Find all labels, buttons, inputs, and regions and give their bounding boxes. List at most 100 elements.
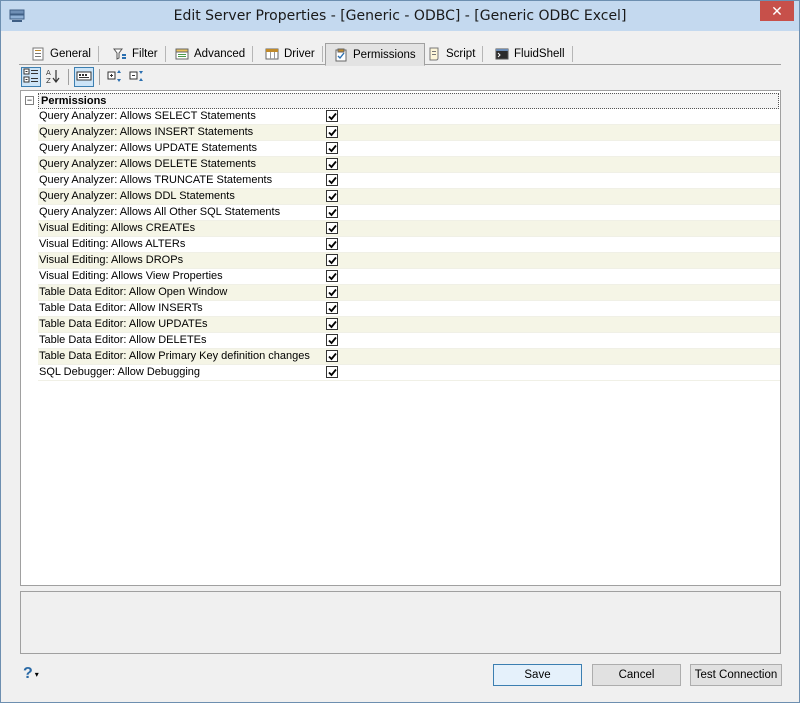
checkmark-icon xyxy=(328,320,337,329)
tab-advanced[interactable]: Advanced xyxy=(167,43,254,65)
permission-checkbox[interactable] xyxy=(326,286,338,298)
property-row[interactable]: Query Analyzer: Allows INSERT Statements xyxy=(38,125,780,141)
property-name: Query Analyzer: Allows INSERT Statements xyxy=(39,126,254,138)
save-button[interactable]: Save xyxy=(493,664,582,686)
collapse-all-icon xyxy=(129,68,145,87)
checkmark-icon xyxy=(328,176,337,185)
property-pages-button[interactable] xyxy=(74,67,94,87)
advanced-icon xyxy=(175,47,189,61)
property-row[interactable]: Query Analyzer: Allows DELETE Statements xyxy=(38,157,780,173)
tab-label: FluidShell xyxy=(514,48,565,60)
tab-driver[interactable]: Driver xyxy=(257,43,323,65)
categorized-button[interactable] xyxy=(21,67,41,87)
help-dropdown-button[interactable]: ? ▾ xyxy=(23,665,49,683)
tab-label: Filter xyxy=(132,48,158,60)
checkmark-icon xyxy=(328,272,337,281)
property-name: Query Analyzer: Allows All Other SQL Sta… xyxy=(39,206,281,218)
property-name: Query Analyzer: Allows DELETE Statements xyxy=(39,158,257,170)
permission-checkbox[interactable] xyxy=(326,110,338,122)
permissions-icon xyxy=(334,48,348,62)
permission-checkbox[interactable] xyxy=(326,222,338,234)
property-row[interactable]: Visual Editing: Allows DROPs xyxy=(38,253,780,269)
property-row[interactable]: Visual Editing: Allows CREATEs xyxy=(38,221,780,237)
permission-checkbox[interactable] xyxy=(326,318,338,330)
window-title: Edit Server Properties - [Generic - ODBC… xyxy=(173,8,627,24)
property-name: Visual Editing: Allows View Properties xyxy=(39,270,223,282)
property-name: Query Analyzer: Allows DDL Statements xyxy=(39,190,235,202)
property-name: Visual Editing: Allows ALTERs xyxy=(39,238,186,250)
property-row[interactable]: Query Analyzer: Allows TRUNCATE Statemen… xyxy=(38,173,780,189)
property-row[interactable]: Table Data Editor: Allow DELETEs xyxy=(38,333,780,349)
tab-fluidshell[interactable]: FluidShell xyxy=(487,43,573,65)
property-grid-toolbar: AZ xyxy=(19,65,781,89)
tab-label: Script xyxy=(446,48,476,60)
title-bar[interactable]: Edit Server Properties - [Generic - ODBC… xyxy=(1,1,799,31)
permission-checkbox[interactable] xyxy=(326,158,338,170)
tab-permissions[interactable]: Permissions xyxy=(325,43,425,66)
permission-checkbox[interactable] xyxy=(326,350,338,362)
property-name: Query Analyzer: Allows UPDATE Statements xyxy=(39,142,258,154)
permission-checkbox[interactable] xyxy=(326,206,338,218)
description-pane xyxy=(20,591,781,654)
property-row[interactable]: Query Analyzer: Allows UPDATE Statements xyxy=(38,141,780,157)
property-row[interactable]: Table Data Editor: Allow INSERTs xyxy=(38,301,780,317)
property-pages-icon xyxy=(76,68,92,87)
tab-label: Driver xyxy=(284,48,315,60)
general-icon xyxy=(31,47,45,61)
close-button[interactable]: ✕ xyxy=(760,1,794,21)
fluidshell-icon xyxy=(495,47,509,61)
category-label[interactable]: Permissions xyxy=(38,93,779,109)
property-name: Table Data Editor: Allow DELETEs xyxy=(39,334,207,346)
property-row[interactable]: Visual Editing: Allows View Properties xyxy=(38,269,780,285)
expand-all-button[interactable] xyxy=(105,67,125,87)
checkmark-icon xyxy=(328,208,337,217)
permission-checkbox[interactable] xyxy=(326,238,338,250)
permission-checkbox[interactable] xyxy=(326,142,338,154)
permission-checkbox[interactable] xyxy=(326,302,338,314)
permission-checkbox[interactable] xyxy=(326,190,338,202)
collapse-all-button[interactable] xyxy=(127,67,147,87)
checkmark-icon xyxy=(328,240,337,249)
svg-text:Z: Z xyxy=(46,77,51,84)
checkmark-icon xyxy=(328,256,337,265)
cancel-button[interactable]: Cancel xyxy=(592,664,681,686)
permission-checkbox[interactable] xyxy=(326,270,338,282)
toolbar-separator xyxy=(99,69,100,85)
tab-filter[interactable]: Filter xyxy=(105,43,166,65)
permission-checkbox[interactable] xyxy=(326,174,338,186)
test-connection-button[interactable]: Test Connection xyxy=(690,664,782,686)
permission-checkbox[interactable] xyxy=(326,366,338,378)
category-row-permissions: − Permissions xyxy=(21,93,780,109)
property-row[interactable]: SQL Debugger: Allow Debugging xyxy=(38,365,780,381)
toolbar-separator xyxy=(68,69,69,85)
permission-checkbox[interactable] xyxy=(326,254,338,266)
permission-checkbox[interactable] xyxy=(326,334,338,346)
tab-label: Permissions xyxy=(353,48,416,61)
property-name: Table Data Editor: Allow Primary Key def… xyxy=(39,350,310,362)
checkmark-icon xyxy=(328,288,337,297)
tab-general[interactable]: General xyxy=(23,43,99,65)
alphabetical-button[interactable]: AZ xyxy=(43,67,63,87)
checkmark-icon xyxy=(328,128,337,137)
property-row[interactable]: Query Analyzer: Allows All Other SQL Sta… xyxy=(38,205,780,221)
tab-label: General xyxy=(50,48,91,60)
checkmark-icon xyxy=(328,112,337,121)
collapse-category-toggle[interactable]: − xyxy=(25,96,34,105)
tab-strip: General Filter Advanced Driver Permissio… xyxy=(19,43,781,66)
property-name: Table Data Editor: Allow INSERTs xyxy=(39,302,203,314)
property-name: Table Data Editor: Allow Open Window xyxy=(39,286,228,298)
property-row[interactable]: Query Analyzer: Allows SELECT Statements xyxy=(38,109,780,125)
property-row[interactable]: Table Data Editor: Allow Open Window xyxy=(38,285,780,301)
help-icon: ? xyxy=(23,665,33,682)
permission-checkbox[interactable] xyxy=(326,126,338,138)
checkmark-icon xyxy=(328,352,337,361)
property-row[interactable]: Table Data Editor: Allow Primary Key def… xyxy=(38,349,780,365)
property-row[interactable]: Table Data Editor: Allow UPDATEs xyxy=(38,317,780,333)
property-row[interactable]: Visual Editing: Allows ALTERs xyxy=(38,237,780,253)
checkmark-icon xyxy=(328,336,337,345)
tab-label: Advanced xyxy=(194,48,246,60)
tab-script[interactable]: Script xyxy=(419,43,484,65)
property-row[interactable]: Query Analyzer: Allows DDL Statements xyxy=(38,189,780,205)
checkmark-icon xyxy=(328,224,337,233)
property-grid[interactable]: − Permissions Query Analyzer: Allows SEL… xyxy=(20,90,781,586)
